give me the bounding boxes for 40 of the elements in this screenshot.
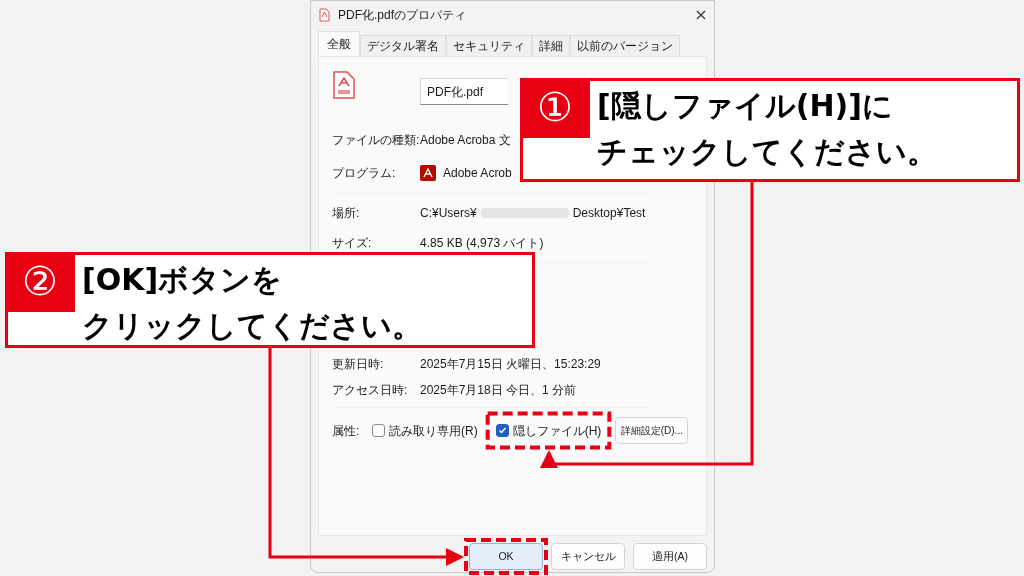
step-number: ① bbox=[520, 78, 590, 138]
field-value: Adobe Acroba 文 bbox=[420, 131, 511, 149]
step-number: ② bbox=[5, 252, 75, 312]
callout-text: チェックしてください。 bbox=[597, 133, 937, 171]
tab[interactable]: デジタル署名 bbox=[360, 35, 446, 56]
field-value: 2025年7月15日 火曜日、15:23:29 bbox=[420, 356, 601, 373]
field-value: Adobe Acrob bbox=[443, 164, 512, 182]
pdf-file-icon bbox=[332, 71, 356, 99]
field-value: 2025年7月18日 今日、1 分前 bbox=[420, 382, 577, 399]
checkbox[interactable] bbox=[372, 424, 385, 437]
tab[interactable]: セキュリティ bbox=[446, 35, 532, 56]
pdf-file-icon bbox=[319, 8, 330, 22]
tab[interactable]: 以前のバージョン bbox=[570, 35, 680, 56]
dialog-button[interactable]: 適用(A) bbox=[633, 543, 707, 570]
checkbox-label: 読み取り専用(R) bbox=[389, 422, 478, 440]
checkbox[interactable] bbox=[495, 424, 509, 437]
field-label: アクセス日時: bbox=[332, 382, 409, 399]
checkbox-label: 隠しファイル(H) bbox=[512, 422, 602, 440]
field-value: Desktop¥Test bbox=[572, 205, 646, 222]
field-label: サイズ: bbox=[332, 235, 373, 252]
window-title: PDF化.pdfのプロパティ bbox=[338, 7, 466, 24]
tab[interactable]: 詳細 bbox=[532, 35, 570, 56]
callout-text: [OK]ボタンを bbox=[82, 261, 284, 299]
field-label: ファイルの種類: bbox=[332, 131, 420, 149]
field-value: C:¥Users¥ bbox=[420, 205, 477, 222]
dialog-button[interactable]: OK bbox=[469, 543, 543, 570]
field-label: プログラム: bbox=[332, 164, 397, 182]
advanced-button[interactable]: 詳細設定(D)... bbox=[615, 417, 689, 444]
field-label: 場所: bbox=[332, 205, 361, 222]
callout-text: クリックしてください。 bbox=[82, 307, 422, 345]
pdf-app-icon bbox=[420, 164, 436, 181]
dialog-button[interactable]: キャンセル bbox=[551, 543, 625, 570]
field-value: 4.85 KB (4,973 バイト) bbox=[420, 235, 544, 252]
tab[interactable]: 全般 bbox=[318, 31, 360, 56]
callout-text: [隠しファイル(H)]に bbox=[597, 87, 894, 125]
close-icon[interactable] bbox=[696, 10, 706, 20]
file-name-field[interactable]: PDF化.pdf bbox=[420, 78, 508, 105]
checkmark-icon bbox=[497, 426, 507, 435]
field-label: 属性: bbox=[332, 422, 361, 440]
field-label: 更新日時: bbox=[332, 356, 385, 373]
